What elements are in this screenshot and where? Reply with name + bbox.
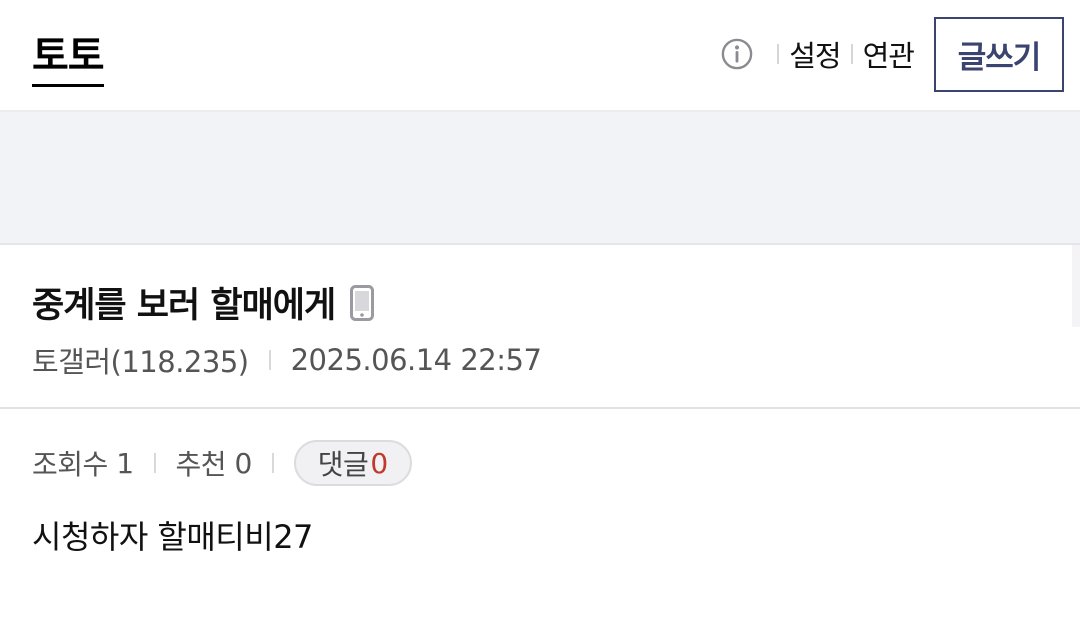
views-count: 1 — [116, 446, 134, 480]
mobile-phone-icon — [349, 284, 375, 321]
divider — [777, 44, 780, 64]
settings-link[interactable]: 설정 — [789, 33, 841, 75]
comment-count: 0 — [370, 446, 388, 480]
write-button[interactable]: 글쓰기 — [934, 16, 1064, 92]
related-link[interactable]: 연관 — [863, 33, 915, 75]
post-body: 시청하자 할매티비27 — [32, 518, 313, 556]
divider — [850, 44, 853, 64]
banner-area — [0, 112, 1080, 245]
post-meta: 토갤러(118.235) 2025.06.14 22:57 — [32, 339, 542, 381]
post-header: 중계를 보러 할매에게 토갤러(118.235) 2025.06.14 22:5… — [0, 245, 1080, 409]
post-stats: 조회수 1 추천 0 댓글 0 — [32, 440, 412, 486]
recommend-label: 추천 — [175, 448, 227, 481]
top-header: 토토 설정 연관 글쓰기 — [0, 0, 1080, 112]
post-title: 중계를 보러 할매에게 — [32, 286, 336, 326]
recommend-count: 0 — [234, 446, 252, 480]
page: 토토 설정 연관 글쓰기 중계를 보러 할매에게 토갤러(118.235) 20… — [0, 0, 1080, 633]
divider — [271, 453, 274, 473]
post-title-row: 중계를 보러 할매에게 — [32, 277, 375, 328]
comment-label: 댓글 — [317, 448, 369, 481]
gallery-title[interactable]: 토토 — [32, 30, 105, 87]
divider — [153, 453, 156, 473]
header-actions: 설정 연관 글쓰기 — [721, 15, 1064, 93]
comment-button[interactable]: 댓글 0 — [293, 440, 412, 486]
scroll-edge — [1072, 245, 1080, 327]
divider — [268, 350, 271, 370]
views-label: 조회수 — [32, 448, 108, 481]
author-name[interactable]: 토갤러(118.235) — [32, 339, 249, 381]
info-circle-icon[interactable] — [721, 38, 753, 70]
post-datetime: 2025.06.14 22:57 — [290, 343, 542, 377]
